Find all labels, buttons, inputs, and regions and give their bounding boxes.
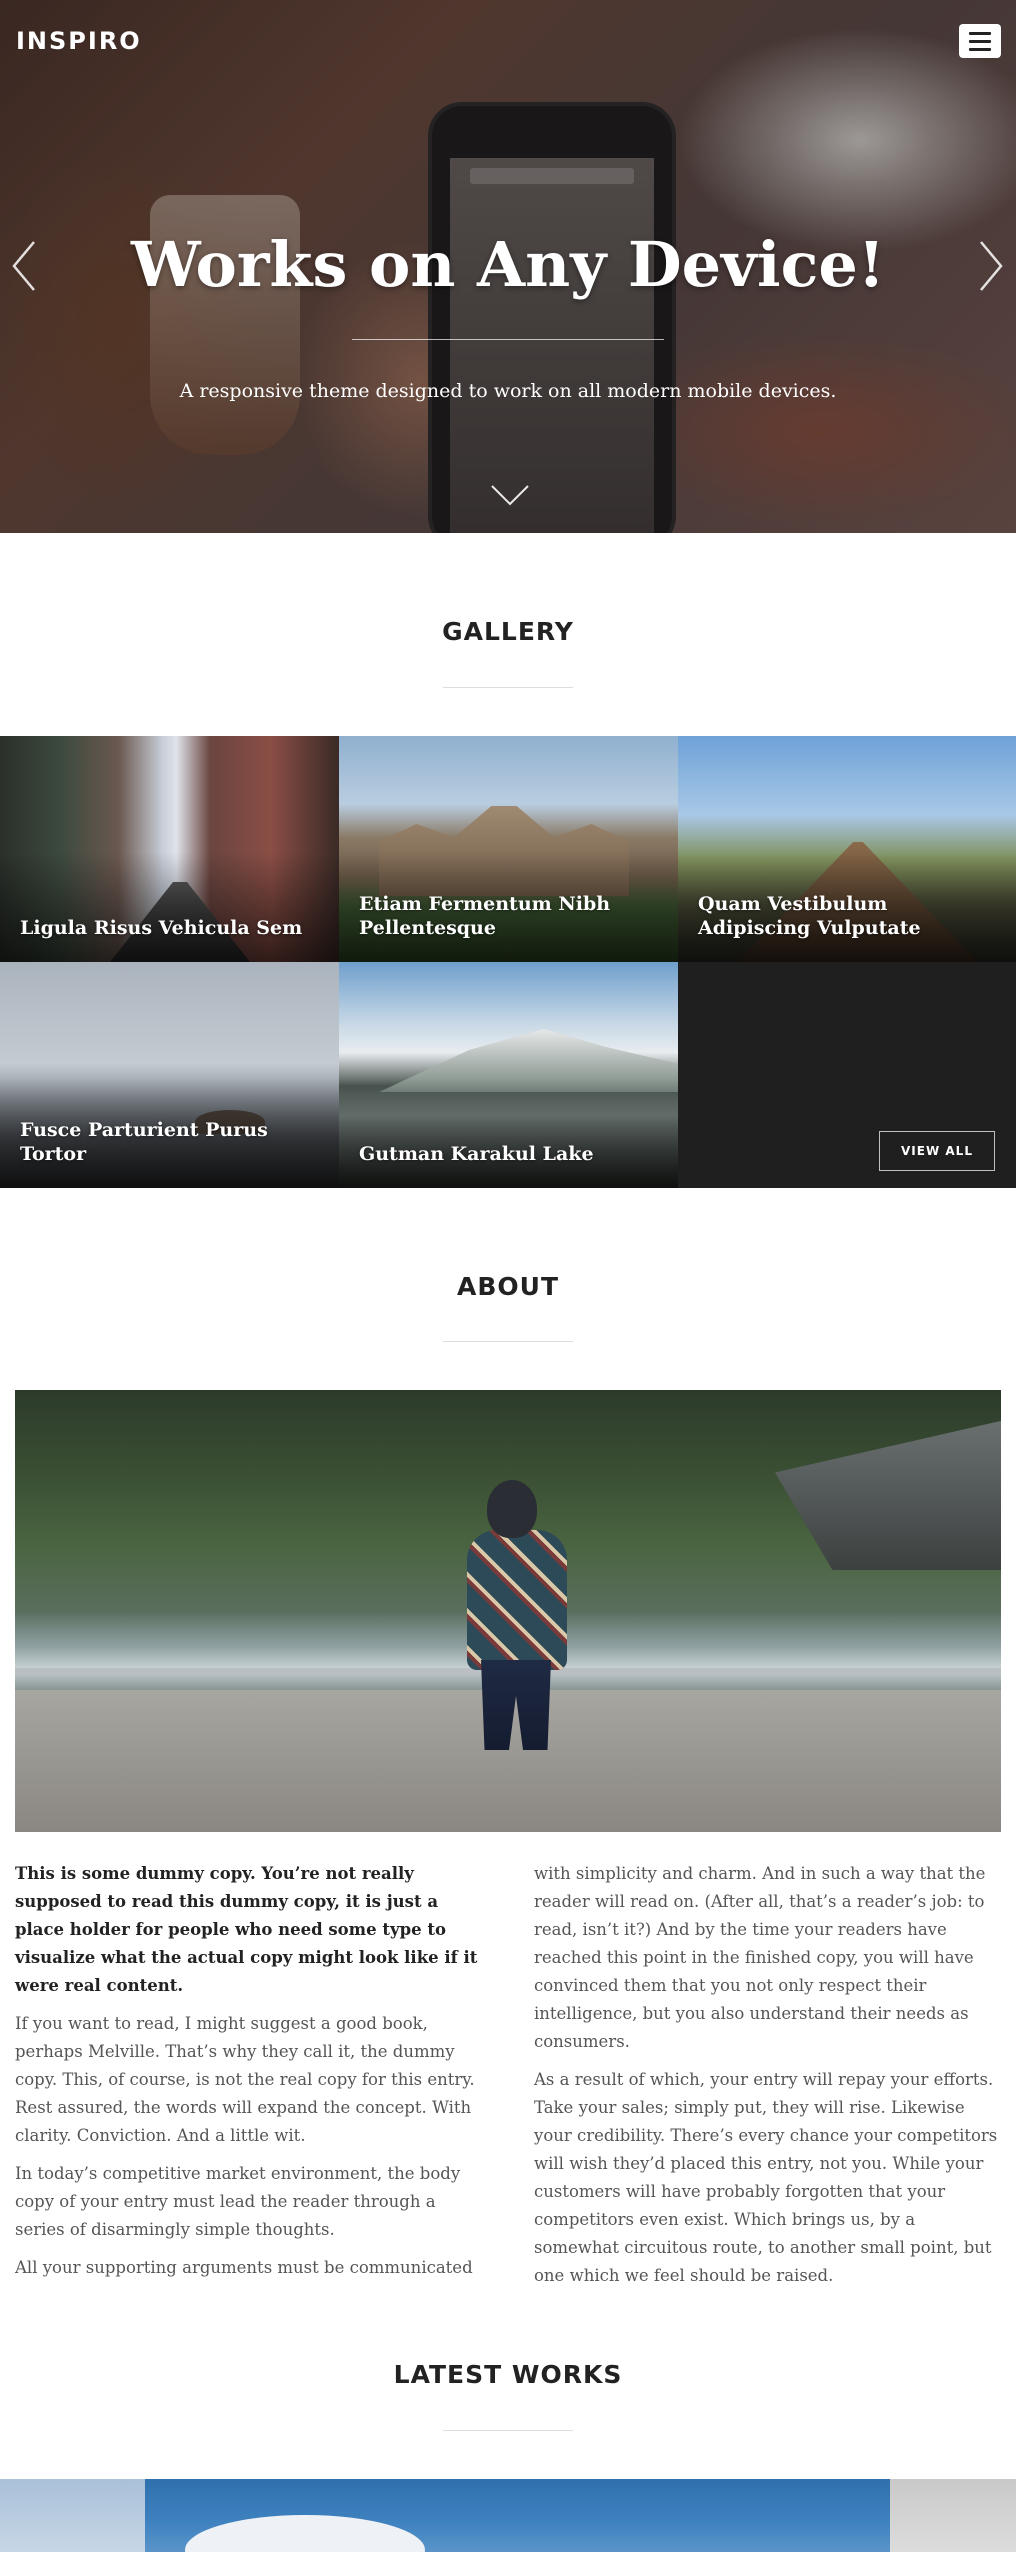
gallery-item[interactable]: Ligula Risus Vehicula Sem	[0, 736, 339, 962]
about-paragraph: As a result of which, your entry will re…	[534, 2070, 998, 2285]
gallery-view-all-panel: VIEW ALL	[678, 962, 1016, 1188]
gallery-item[interactable]: Gutman Karakul Lake	[339, 962, 678, 1188]
gallery-divider	[443, 687, 573, 688]
latest-work-item[interactable]	[0, 2479, 145, 2552]
latest-works-heading: LATEST WORKS	[393, 2360, 623, 2389]
gallery-grid: Ligula Risus Vehicula Sem Etiam Fermentu…	[0, 736, 1016, 1188]
gallery-heading: GALLERY	[442, 617, 574, 646]
about-photo	[15, 1390, 1001, 1832]
latest-works-carousel	[0, 2479, 1016, 2552]
about-column-left: This is some dummy copy. You’re not real…	[15, 1860, 485, 2292]
hero-divider	[352, 339, 664, 340]
about-column-right: with simplicity and charm. And in such a…	[534, 1860, 1004, 2300]
hero-subtitle: A responsive theme designed to work on a…	[179, 380, 837, 402]
chevron-down-icon[interactable]	[490, 484, 530, 508]
site-header: INSPIRO	[0, 0, 1016, 80]
gallery-item-caption: Gutman Karakul Lake	[359, 1143, 594, 1165]
gallery-item-caption: Fusce Parturient Purus Tortor	[20, 1119, 268, 1165]
about-paragraph: In today’s competitive market environmen…	[15, 2164, 461, 2239]
about-heading: ABOUT	[456, 1272, 559, 1301]
about-paragraph: with simplicity and charm. And in such a…	[534, 1864, 986, 2051]
about-divider	[443, 1341, 573, 1342]
gallery-item-caption: Etiam Fermentum Nibh Pellentesque	[359, 893, 611, 939]
site-logo[interactable]: INSPIRO	[16, 27, 142, 55]
latest-work-item[interactable]	[145, 2479, 890, 2552]
latest-works-divider	[443, 2430, 573, 2431]
gallery-item[interactable]: Fusce Parturient Purus Tortor	[0, 962, 339, 1188]
latest-work-item[interactable]	[890, 2479, 1016, 2552]
gallery-item[interactable]: Etiam Fermentum Nibh Pellentesque	[339, 736, 678, 962]
gallery-item[interactable]: Quam Vestibulum Adipiscing Vulputate	[678, 736, 1016, 962]
view-all-button[interactable]: VIEW ALL	[879, 1131, 995, 1171]
about-paragraph: If you want to read, I might suggest a g…	[15, 2014, 475, 2145]
about-paragraph: All your supporting arguments must be co…	[15, 2258, 473, 2277]
hero-title: Works on Any Device!	[130, 228, 886, 301]
hero-slider: INSPIRO Works on Any Device! A responsiv…	[0, 0, 1016, 533]
gallery-item-caption: Ligula Risus Vehicula Sem	[20, 917, 303, 939]
about-lead-paragraph: This is some dummy copy. You’re not real…	[15, 1864, 478, 1995]
hamburger-menu-icon[interactable]	[959, 24, 1001, 58]
gallery-item-caption: Quam Vestibulum Adipiscing Vulputate	[698, 893, 921, 939]
about-text: This is some dummy copy. You’re not real…	[15, 1860, 1001, 2285]
